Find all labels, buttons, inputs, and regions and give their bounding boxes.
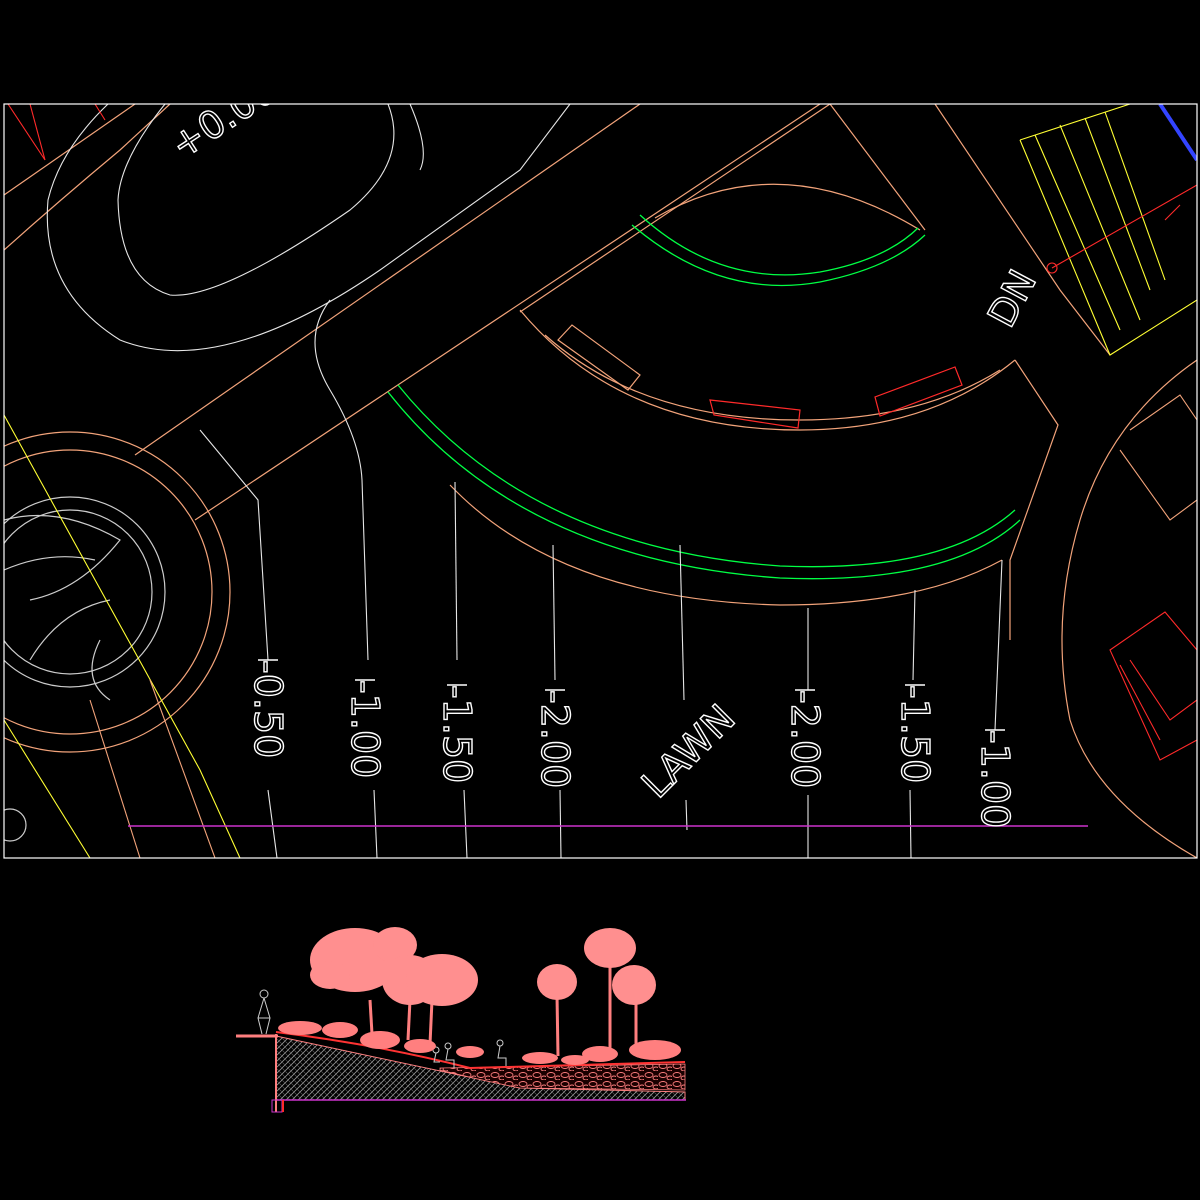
planting-edges — [387, 214, 1021, 580]
contour-label: -0.50 — [246, 660, 290, 758]
contour-label: -1.00 — [973, 730, 1017, 828]
red-annotations — [7, 104, 1197, 761]
lawn-label: LAWN — [633, 696, 743, 806]
section-elevation — [236, 927, 686, 1113]
contour-label: -1.00 — [343, 680, 387, 778]
contour-label: -2.00 — [783, 690, 827, 788]
terrace-seats — [557, 324, 963, 429]
contour-label: -1.50 — [893, 685, 937, 783]
palm-trees — [537, 928, 656, 1057]
contour-label: -2.00 — [533, 690, 577, 788]
road-edges — [89, 394, 1197, 858]
contour-label: -1.50 — [435, 685, 479, 783]
yellow-boundaries — [4, 104, 1197, 858]
stairs-direction-label: DN — [979, 263, 1045, 335]
site-plan: +0.00 DN LAWN -0.50 -1.00 -1.50 -2.00 -2… — [4, 67, 1197, 858]
plan-frame — [3, 103, 1198, 859]
spot-level-label: +0.00 — [163, 67, 285, 167]
contour-lines — [46, 104, 1003, 858]
paving-outlines — [4, 104, 1197, 858]
person-figure — [257, 989, 271, 1035]
blue-line — [1158, 104, 1197, 162]
cad-drawing-canvas: +0.00 DN LAWN -0.50 -1.00 -1.50 -2.00 -2… — [3, 67, 1198, 1113]
